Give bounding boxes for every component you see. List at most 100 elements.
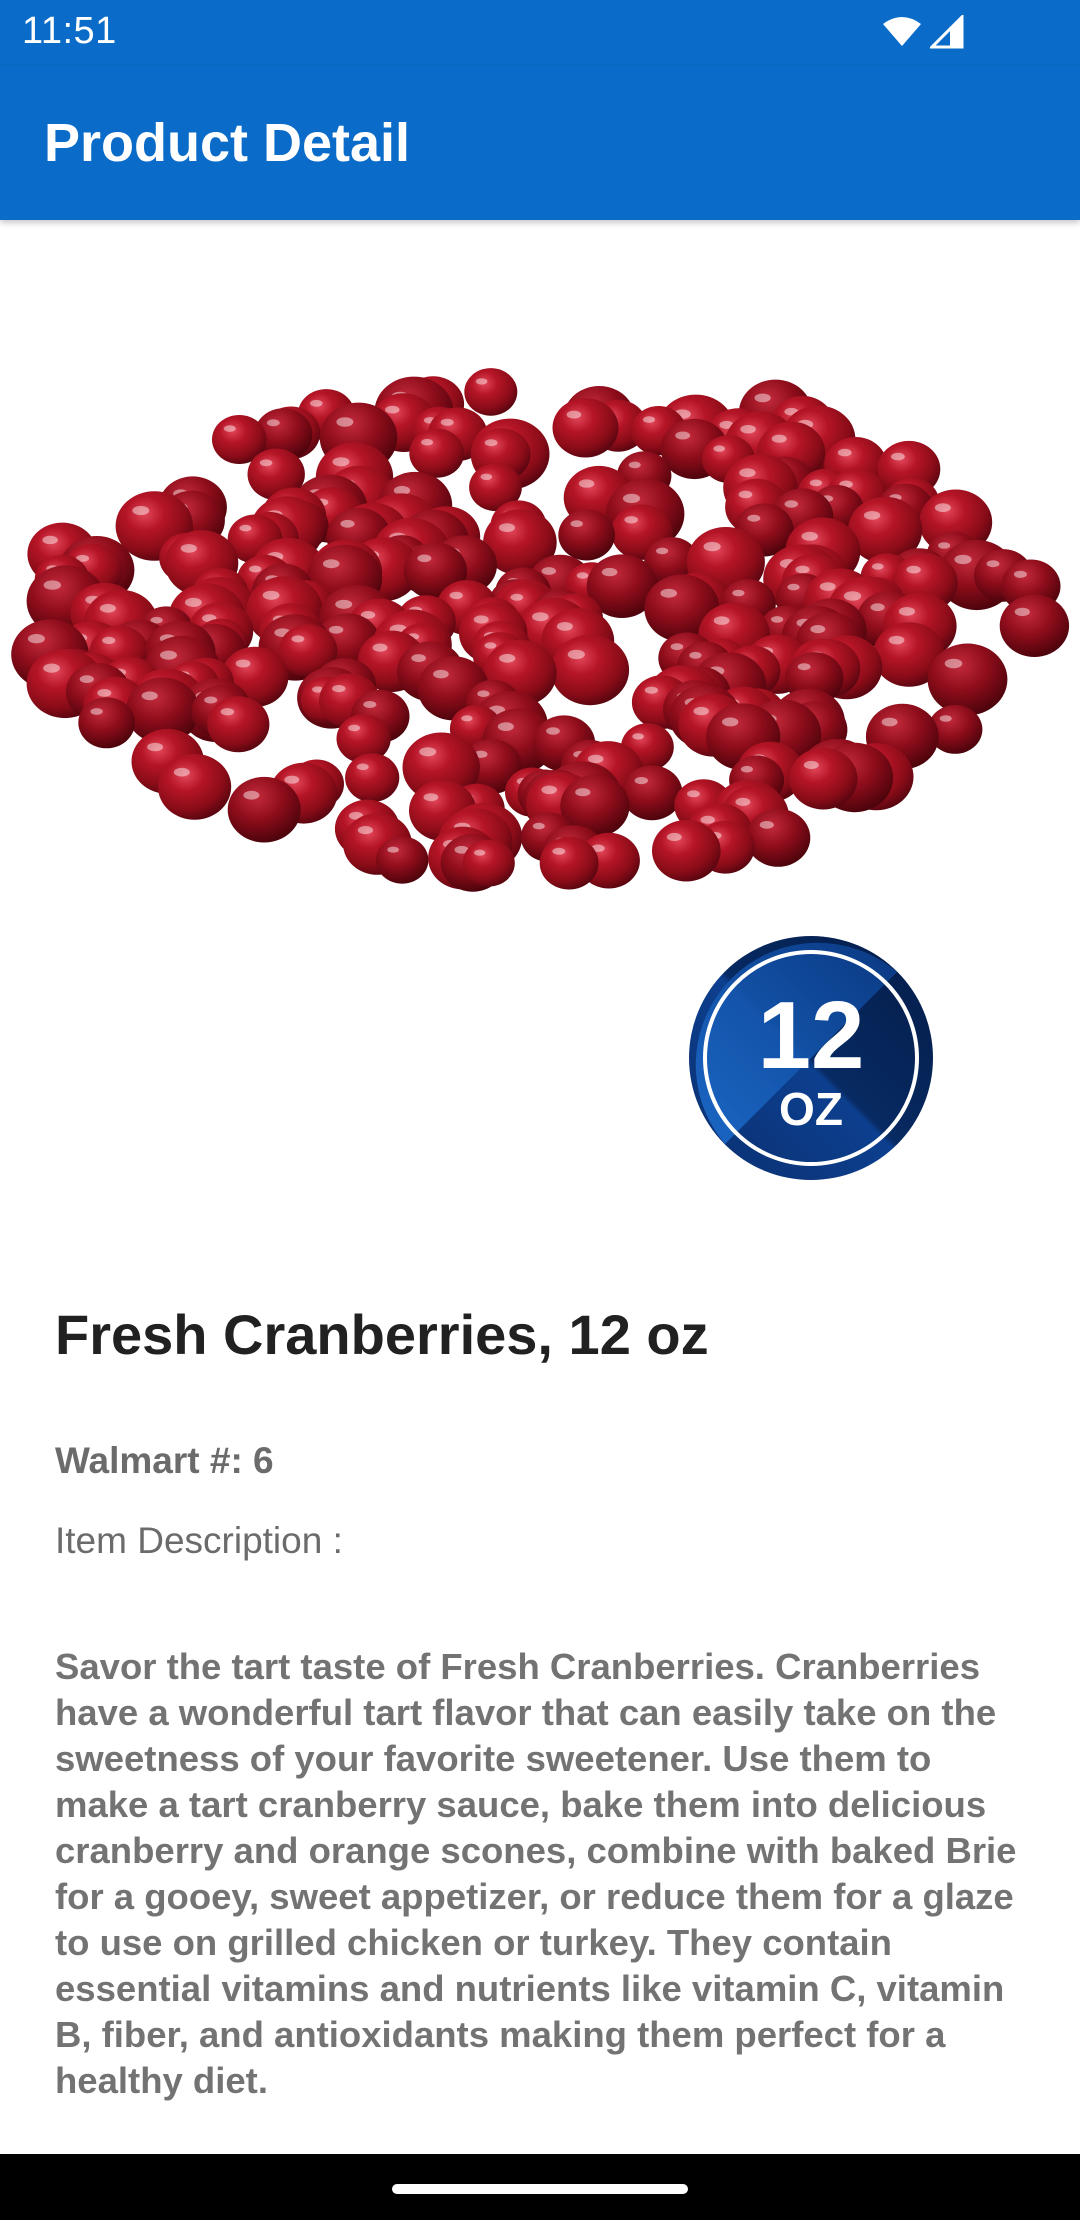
cranberry-highlight — [180, 544, 197, 553]
cranberry-highlight — [735, 797, 751, 806]
size-badge: 12 OZ — [689, 936, 933, 1180]
home-gesture-handle[interactable] — [392, 2184, 688, 2194]
cranberry-highlight — [385, 405, 400, 414]
cranberry-highlight — [863, 511, 881, 520]
cranberry-highlight — [771, 616, 784, 623]
cellular-signal-icon — [930, 15, 964, 49]
cranberry-highlight — [628, 461, 641, 469]
cranberry-highlight — [1014, 607, 1030, 617]
cranberry — [409, 428, 465, 478]
page-title: Product Detail — [44, 113, 411, 173]
cranberry-highlight — [484, 439, 498, 447]
cranberry-highlight — [262, 590, 280, 600]
cranberry-highlight — [423, 793, 439, 802]
cranberry-highlight — [387, 846, 399, 853]
cranberry-highlight — [499, 653, 516, 663]
cranberry-highlight — [644, 686, 659, 694]
cranberry-highlight — [259, 459, 273, 467]
cranberry-highlight — [475, 378, 488, 385]
product-detail-screen: 11:51 Product Detail 12 OZ Fresh Cranber… — [0, 0, 1080, 2220]
cranberry-highlight — [461, 715, 473, 722]
cranberry-highlight — [480, 473, 493, 480]
cranberry-highlight — [433, 669, 449, 679]
cranberry-highlight — [484, 642, 497, 649]
cranberry-highlight — [235, 659, 251, 668]
wifi-icon — [883, 17, 921, 46]
cranberry-highlight — [477, 690, 490, 697]
cranberry-highlight — [870, 603, 885, 612]
cranberry-highlight — [552, 847, 566, 855]
cranberry — [207, 696, 270, 753]
cranberry-highlight — [532, 612, 549, 622]
size-badge-number: 12 — [758, 982, 865, 1089]
cranberry — [78, 697, 135, 749]
cranberry-highlight — [986, 560, 1000, 568]
cranberry-highlight — [740, 765, 753, 773]
cranberry-highlight — [938, 542, 951, 549]
cranberry-highlight — [624, 516, 638, 524]
cranberry-highlight — [601, 567, 618, 577]
cranberry-highlight — [99, 603, 116, 613]
cranberry-highlight — [421, 438, 434, 446]
cranberry — [621, 765, 683, 821]
cranberry-highlight — [759, 821, 774, 829]
cranberry-highlight — [473, 849, 486, 856]
cranberry-highlight — [687, 790, 700, 798]
cranberry-highlight — [541, 785, 557, 795]
cranberry-highlight — [291, 635, 305, 643]
cranberry-highlight — [310, 399, 323, 407]
cranberry-highlight — [546, 727, 560, 735]
cranberry-highlight — [363, 701, 377, 708]
app-bar: Product Detail — [0, 66, 1080, 220]
cranberry-highlight — [675, 431, 691, 440]
cranberry-highlight — [332, 457, 350, 467]
cranberry-highlight — [417, 554, 432, 563]
cranberry-highlight — [939, 715, 952, 722]
cranberry-highlight — [670, 643, 684, 651]
cranberry-highlight — [336, 417, 354, 427]
cranberry — [550, 634, 630, 706]
cranberry — [227, 776, 301, 843]
cranberry-highlight — [223, 425, 236, 432]
cranberry-highlight — [888, 635, 905, 645]
cranberry — [464, 368, 518, 416]
cranberry-highlight — [160, 650, 177, 660]
cranberry — [652, 819, 721, 882]
cranberry-highlight — [666, 832, 682, 842]
cranberry-highlight — [739, 468, 756, 478]
cranberry — [158, 753, 232, 820]
cranberry-highlight — [898, 607, 916, 616]
cranberry — [376, 836, 429, 884]
cranberry — [558, 509, 615, 561]
cranberry-highlight — [732, 589, 745, 597]
cranberry-highlight — [27, 634, 45, 644]
cranberry-highlight — [419, 747, 437, 757]
status-bar: 11:51 — [0, 0, 1080, 66]
cranberry-highlight — [141, 691, 158, 701]
cranberry — [462, 839, 515, 887]
cranberry-highlight — [906, 565, 921, 574]
status-icons — [882, 14, 964, 50]
cranberry-highlight — [566, 410, 582, 419]
cranberry-highlight — [622, 493, 641, 504]
cranberry-highlight — [102, 636, 116, 644]
cranberry-highlight — [249, 565, 262, 573]
cranberry-highlight — [332, 685, 346, 693]
cranberry-highlight — [42, 535, 58, 545]
cranberry-highlight — [220, 708, 235, 716]
cranberry-highlight — [944, 658, 963, 669]
cranberry-highlight — [335, 599, 353, 609]
cranberry-highlight — [803, 760, 819, 770]
product-title: Fresh Cranberries, 12 oz — [55, 1303, 709, 1366]
cranberry-highlight — [754, 393, 771, 403]
cranberry-highlight — [872, 563, 884, 570]
cranberry-highlight — [578, 479, 595, 488]
cranberry-highlight — [660, 588, 677, 598]
cranberry-highlight — [771, 434, 787, 443]
item-description-text: Savor the tart taste of Fresh Cranberrie… — [55, 1646, 1017, 2101]
cranberry-highlight — [656, 547, 669, 555]
cranberry-highlight — [881, 717, 898, 727]
cranberry-highlight — [97, 689, 112, 697]
cranberry-highlight — [787, 583, 800, 591]
cranberry-highlight — [819, 582, 836, 591]
